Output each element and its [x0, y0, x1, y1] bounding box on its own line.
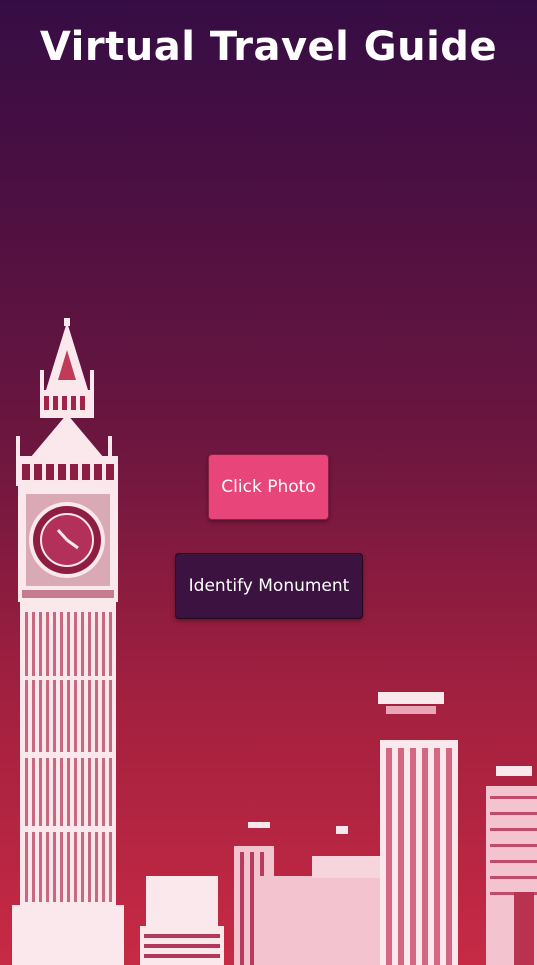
click-photo-button[interactable]: Click Photo — [208, 454, 329, 520]
app-title: Virtual Travel Guide — [39, 24, 498, 70]
skyscraper-icon — [378, 692, 458, 965]
big-ben-icon — [12, 318, 124, 965]
low-building-icon — [140, 876, 224, 965]
right-building-icon — [486, 766, 537, 965]
app-screen: Virtual Travel Guide Click Photo Identif… — [0, 0, 537, 965]
identify-monument-button[interactable]: Identify Monument — [175, 553, 363, 619]
